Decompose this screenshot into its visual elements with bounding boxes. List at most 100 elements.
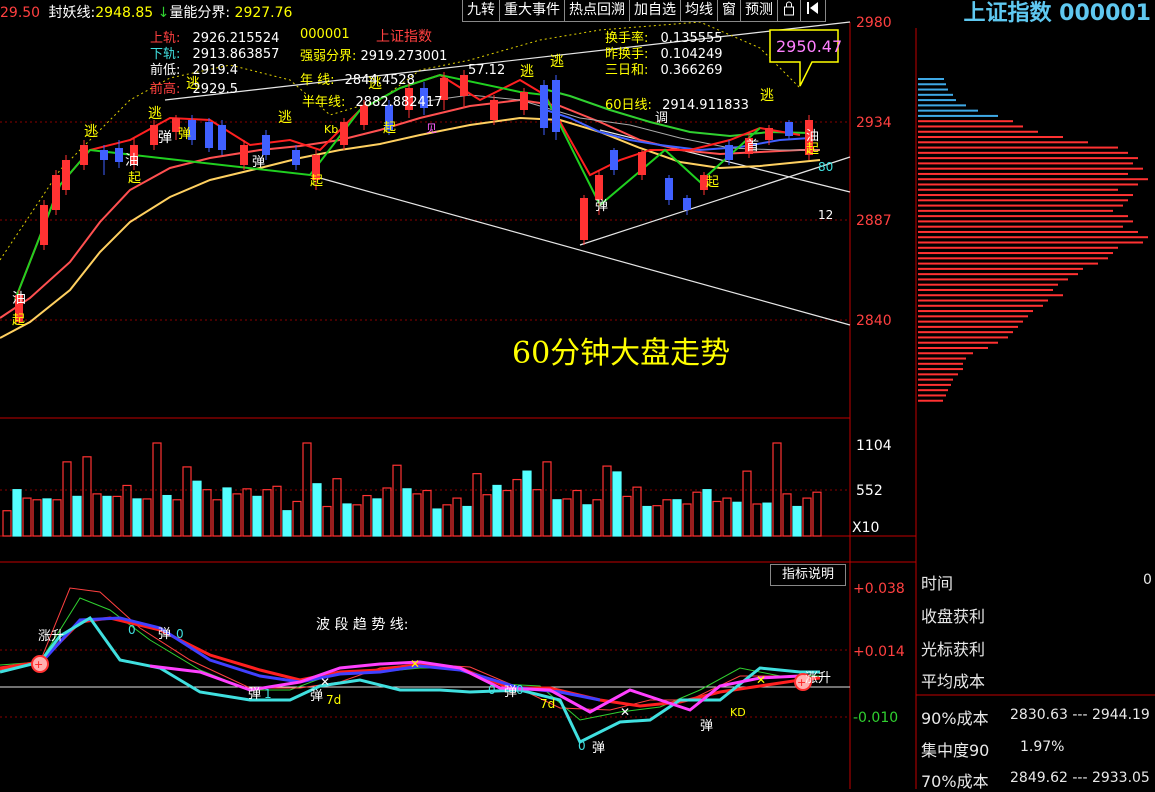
chip-bar [918,304,1043,307]
chip-bar [918,299,1048,302]
svg-text:2887: 2887 [856,213,892,229]
chip-bar [918,146,1118,149]
volume-bar [352,504,362,537]
chip-bar [918,172,1128,175]
chip-bar [918,383,951,386]
chip-bar [918,325,1018,328]
chip-bar [918,204,1123,207]
chip-bar [918,362,963,365]
volume-bar [482,494,492,537]
half-year-value: 2882.882417 [355,95,443,110]
volume-bar [662,499,672,537]
chip-bar [918,341,998,344]
chip-bar [918,262,1098,265]
extra-value: 57.12 [468,63,506,78]
volume-bar [672,499,682,537]
volume-bar [232,493,242,537]
chip-bar [918,151,1128,154]
chip-bar [918,183,1138,186]
chip-bar [918,114,998,117]
svg-text:+0.038: +0.038 [853,581,905,597]
svg-text:✕: ✕ [410,657,420,671]
volume-bar [332,478,342,537]
volume-bar [732,501,742,537]
chip-bar [918,394,946,397]
chip-bar [918,225,1123,228]
chip-bar [918,278,1068,281]
volume-bar [632,486,642,537]
cost70-value: 2849.62 --- 2933.05 [1010,770,1150,786]
volume-axis: 1104 552 X10 [852,438,892,536]
volume-bar [122,484,132,537]
volume-bar [212,499,222,537]
volume-bar [522,470,532,537]
chip-bar [918,157,1138,160]
volume-bar [712,500,722,537]
indicator-help-button[interactable]: 指标说明 [770,564,846,586]
volume-bar [782,493,792,537]
svg-text:+0.014: +0.014 [853,644,905,660]
svg-text:X10: X10 [852,520,879,536]
svg-text:2840: 2840 [856,313,892,329]
chip-bar [918,188,1118,191]
volume-bar [772,442,782,537]
volume-bar [262,489,272,537]
chip-distribution [918,78,1148,402]
volume-bar [702,489,712,537]
chip-bar [918,209,1113,212]
volume-bar [62,461,72,537]
cost90-value: 2830.63 --- 2944.19 [1010,707,1150,723]
svg-text:2934: 2934 [856,115,892,131]
volume-bar [682,503,692,537]
right-panel-title: 上证指数 000001 [963,1,1151,26]
chip-bar [918,230,1138,233]
svg-text:1: 1 [264,687,272,701]
svg-text:涨升: 涨升 [805,671,831,686]
chip-bar [918,246,1118,249]
year-line-value: 2844.4528 [344,73,415,88]
svg-text:KD: KD [730,706,746,719]
strength-value: 2919.273001 [360,49,448,64]
volume-bar [152,442,162,537]
three-day-value: 0.366269 [660,63,723,78]
volume-bar [582,504,592,537]
volume-bar [372,498,382,537]
chip-bar [918,194,1133,197]
chip-bar [918,320,1023,323]
chip-bar [918,315,1028,318]
volume-bar [242,488,252,537]
chip-bar [918,136,1063,139]
chip-bar [918,93,953,96]
volume-bar [562,498,572,537]
chip-bar [918,368,963,371]
volume-bar [742,470,752,537]
volume-bar [172,499,182,537]
volume-bar [492,484,502,537]
chip-bar [918,373,958,376]
volume-bar [252,495,262,537]
stock-name: 上证指数 [376,29,432,45]
chip-bar [918,310,1033,313]
svg-text:✕: ✕ [320,675,330,689]
chip-bar [918,288,1053,291]
volume-bar [72,495,82,537]
chip-bar [918,283,1058,286]
volume-bar [722,497,732,537]
volume-bar [312,483,322,537]
volume-bar [162,494,172,537]
info-overlay: 上轨: 2926.215524 下轨: 2913.863857 前低: 2919… [0,0,850,418]
volume-bar [542,461,552,537]
chip-bar [918,130,1038,133]
chip-bar [918,357,966,360]
svg-text:弹: 弹 [158,627,171,642]
chip-bar [918,78,944,80]
chip-bar [918,378,953,381]
chip-bar [918,162,1133,165]
volume-bar [32,499,42,537]
svg-text:552: 552 [856,483,883,499]
chip-bar [918,399,943,402]
volume-bar [622,495,632,537]
chip-bar [918,257,1108,260]
volume-bar [452,497,462,537]
volume-bar [592,499,602,537]
